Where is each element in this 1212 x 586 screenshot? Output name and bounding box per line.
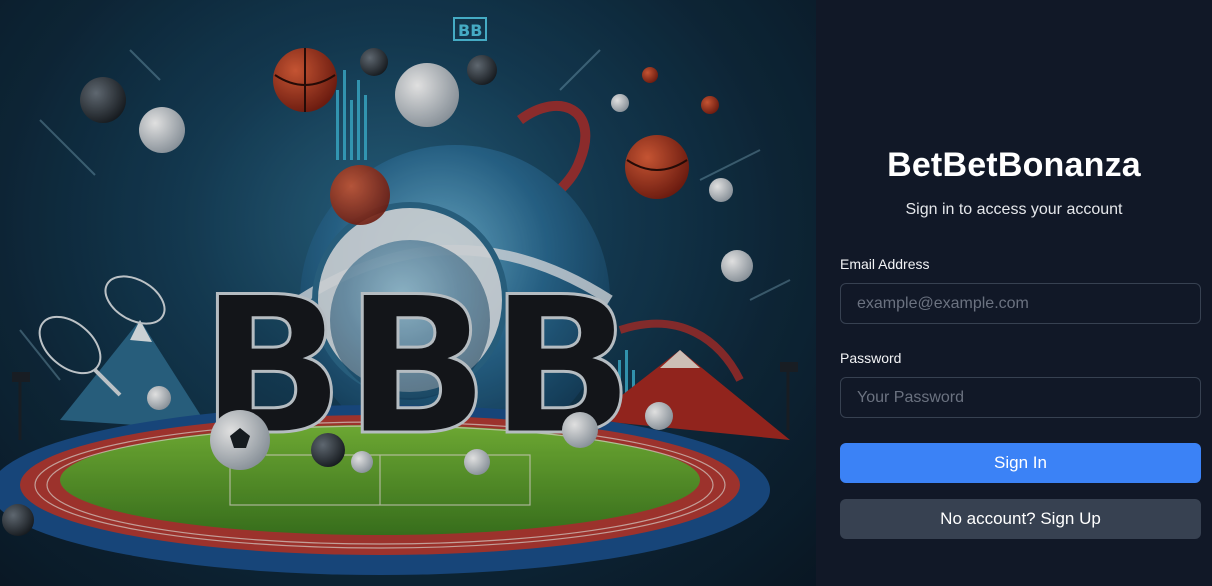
login-subtitle: Sign in to access your account <box>905 201 1123 218</box>
email-field[interactable] <box>840 283 1201 324</box>
hero-artwork: BBB BB <box>0 0 816 586</box>
sign-up-button[interactable]: No account? Sign Up <box>840 499 1201 539</box>
password-field[interactable] <box>840 377 1201 418</box>
brand-title: BetBetBonanza <box>887 146 1141 184</box>
password-label: Password <box>840 350 902 366</box>
sports-artwork-image: BBB BB <box>0 0 816 586</box>
login-page: BBB BB BetBetBonanza Sign in to access y… <box>0 0 1212 586</box>
login-panel: BetBetBonanza Sign in to access your acc… <box>816 0 1212 586</box>
sign-in-button[interactable]: Sign In <box>840 443 1201 483</box>
email-label: Email Address <box>840 256 930 272</box>
